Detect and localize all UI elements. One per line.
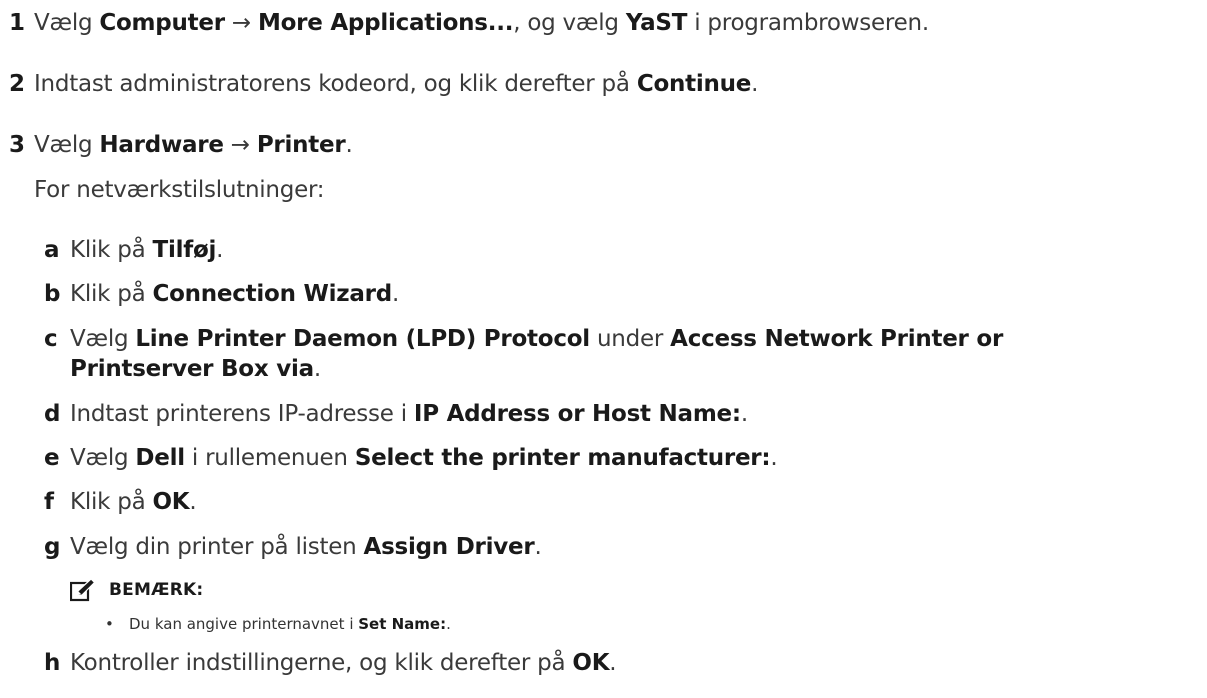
substep-text: Vælg Dell i rullemenuen Select the print… (70, 445, 778, 471)
step-number: 3 (9, 132, 25, 158)
substep-text: Klik på OK. (70, 489, 197, 515)
substep-text: Vælg Line Printer Daemon (LPD) Protocol … (70, 326, 1004, 352)
substep-text: Klik på Tilføj. (70, 237, 224, 263)
substep-text: Vælg din printer på listen Assign Driver… (70, 534, 542, 560)
substep-letter: h (44, 650, 61, 676)
substep-text: Indtast printerens IP-adresse i IP Addre… (70, 401, 748, 427)
note-label: BEMÆRK: (109, 580, 204, 600)
note-list-item: • Du kan angive printernavnet i Set Name:… (105, 615, 451, 633)
substep-letter: a (44, 237, 60, 263)
step-number: 1 (9, 10, 25, 36)
substep-text: Klik på Connection Wizard. (70, 281, 400, 307)
step-text: Vælg Hardware → Printer. (34, 132, 353, 158)
bullet: • (105, 615, 114, 633)
step-text: Indtast administratorens kodeord, og kli… (34, 71, 759, 97)
step-text: Vælg Computer → More Applications..., og… (34, 10, 929, 36)
substep-letter: g (44, 534, 61, 560)
substep-letter: b (44, 281, 61, 307)
substep-letter: d (44, 401, 61, 427)
substep-letter: e (44, 445, 60, 471)
pencil-note-icon (70, 578, 96, 602)
step-number: 2 (9, 71, 25, 97)
substep-text: Kontroller indstillingerne, og klik dere… (70, 650, 617, 676)
substep-letter: f (44, 489, 54, 515)
substep-letter: c (44, 326, 58, 352)
